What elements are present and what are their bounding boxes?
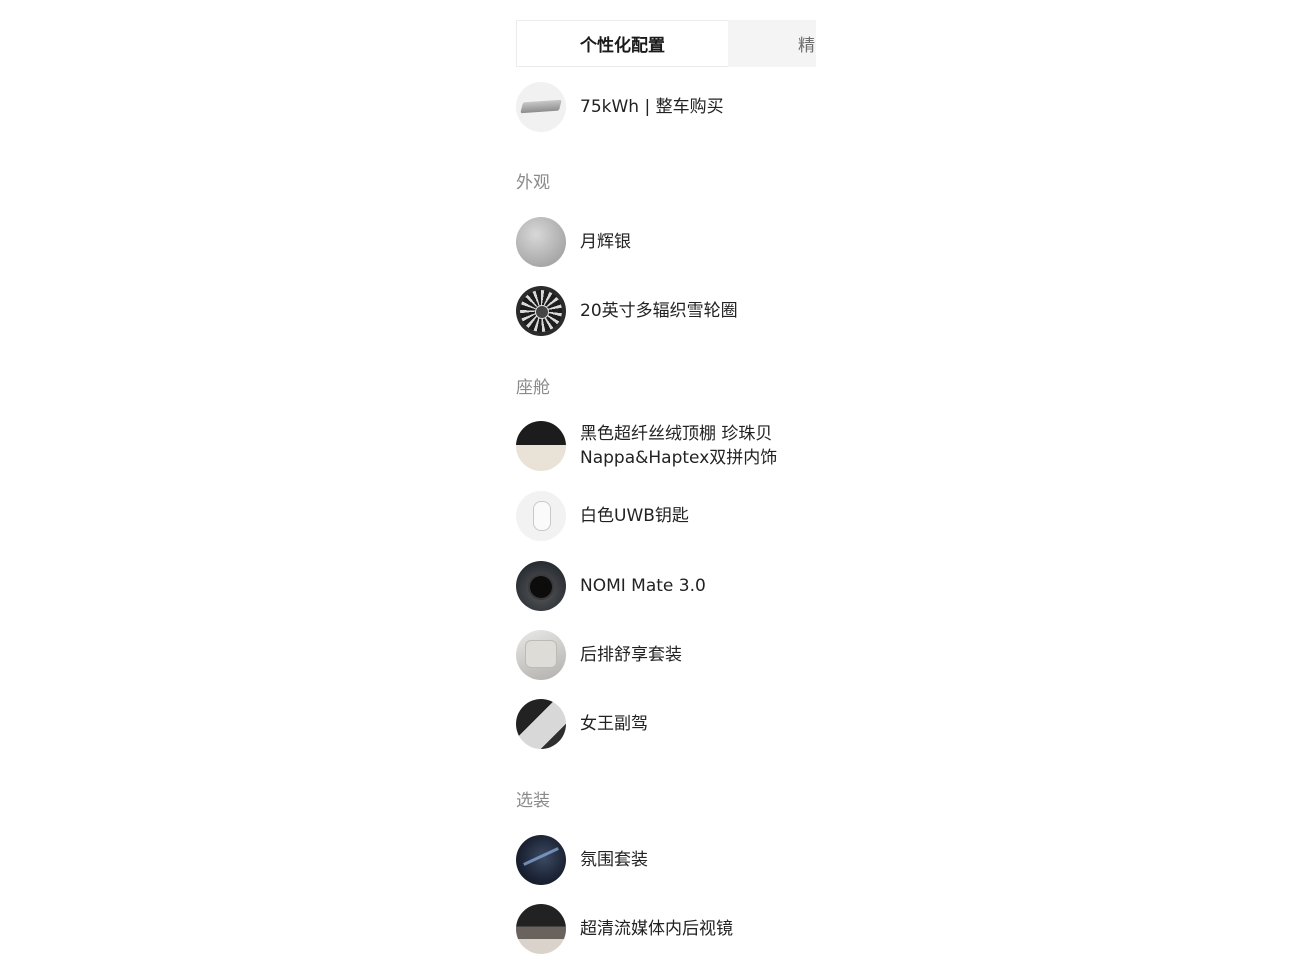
rear-seat-image [516, 630, 566, 680]
ambient-light-image [516, 835, 566, 885]
passenger-seat-image [516, 699, 566, 749]
interior-swatch [516, 421, 566, 471]
item-label: 白色UWB钥匙 [580, 506, 689, 526]
config-panel: 个性化配置 精 75kWh | 整车购买 外观 月辉银 20英寸多辐织雪轮圈 座… [484, 0, 816, 975]
list-item-ambient[interactable]: 氛围套装 [516, 835, 816, 885]
item-label: 女王副驾 [580, 714, 648, 734]
section-title-cabin: 座舱 [516, 378, 550, 398]
key-fob-image [516, 491, 566, 541]
item-label: 黑色超纤丝绒顶棚 珍珠贝 Nappa&Haptex双拼内饰 [580, 422, 777, 470]
list-item-wheel[interactable]: 20英寸多辐织雪轮圈 [516, 286, 816, 336]
item-label-line2: Nappa&Haptex双拼内饰 [580, 448, 778, 468]
list-item-mirror[interactable]: 超清流媒体内后视镜 [516, 904, 816, 954]
item-label: 20英寸多辐织雪轮圈 [580, 301, 738, 321]
wheel-rim-image [516, 286, 566, 336]
battery-option-label: 75kWh | 整车购买 [580, 97, 724, 117]
item-label: 氛围套装 [580, 850, 648, 870]
list-item-key[interactable]: 白色UWB钥匙 [516, 491, 816, 541]
config-tabs: 个性化配置 精 [516, 20, 816, 67]
tab-personalized-config[interactable]: 个性化配置 [516, 20, 728, 67]
item-label: NOMI Mate 3.0 [580, 576, 706, 596]
list-item-nomi[interactable]: NOMI Mate 3.0 [516, 561, 816, 611]
list-item-rear-seat[interactable]: 后排舒享套装 [516, 630, 816, 680]
item-label-line1: 黑色超纤丝绒顶棚 珍珠贝 [580, 424, 773, 444]
battery-pack-icon [516, 82, 566, 132]
silver-paint-swatch [516, 217, 566, 267]
item-label: 超清流媒体内后视镜 [580, 919, 733, 939]
item-label: 后排舒享套装 [580, 645, 682, 665]
list-item-interior[interactable]: 黑色超纤丝绒顶棚 珍珠贝 Nappa&Haptex双拼内饰 [516, 421, 816, 471]
item-label: 月辉银 [580, 232, 631, 252]
rearview-mirror-image [516, 904, 566, 954]
section-title-options: 选装 [516, 791, 550, 811]
page: 个性化配置 精 75kWh | 整车购买 外观 月辉银 20英寸多辐织雪轮圈 座… [0, 0, 1300, 975]
tab-second[interactable]: 精 [728, 20, 816, 67]
section-title-exterior: 外观 [516, 173, 550, 193]
nomi-image [516, 561, 566, 611]
list-item-paint[interactable]: 月辉银 [516, 217, 816, 267]
list-item-queen-seat[interactable]: 女王副驾 [516, 699, 816, 749]
battery-option[interactable]: 75kWh | 整车购买 [516, 82, 816, 132]
